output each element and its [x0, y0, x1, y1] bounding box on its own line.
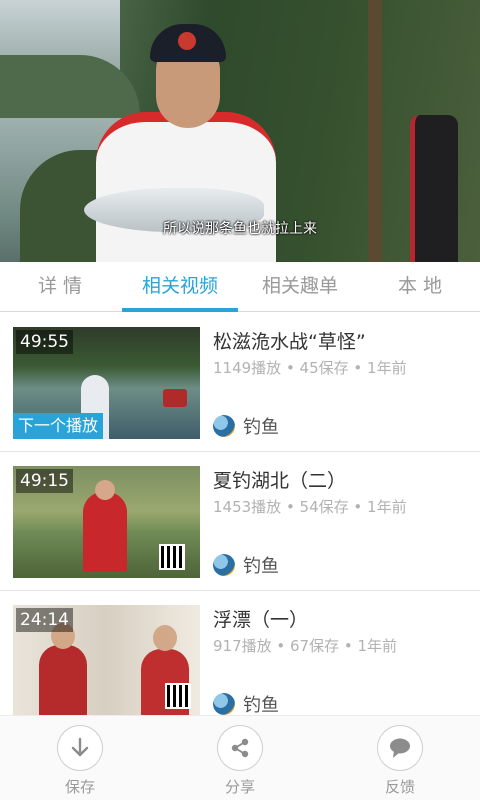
related-video-list: 49:55 下一个播放 松滋洈水战“草怪” 1149播放 • 45保存 • 1年…	[0, 313, 480, 715]
video-stats: 1149播放 • 45保存 • 1年前	[213, 359, 407, 377]
feedback-button[interactable]: 反馈	[320, 716, 480, 800]
video-player[interactable]: 所以说那条鱼也就拉上来	[0, 0, 480, 262]
video-stats: 917播放 • 67保存 • 1年前	[213, 637, 398, 655]
download-icon	[57, 725, 103, 771]
bottom-action-bar: 保存 分享 反馈	[0, 715, 480, 800]
share-icon	[217, 725, 263, 771]
video-list-item[interactable]: 49:55 下一个播放 松滋洈水战“草怪” 1149播放 • 45保存 • 1年…	[0, 313, 480, 452]
video-subtitle: 所以说那条鱼也就拉上来	[163, 221, 317, 237]
tab-local[interactable]: 本 地	[360, 262, 480, 311]
video-frame-rod-bag	[410, 115, 458, 262]
video-author[interactable]: 钓鱼	[213, 553, 279, 577]
share-label: 分享	[224, 778, 255, 796]
video-duration: 49:15	[16, 469, 73, 493]
video-author[interactable]: 钓鱼	[213, 414, 279, 438]
author-avatar-icon	[213, 415, 235, 437]
author-name: 钓鱼	[243, 417, 279, 438]
share-button[interactable]: 分享	[160, 716, 320, 800]
video-title[interactable]: 浮漂（一）	[213, 605, 308, 632]
author-avatar-icon	[213, 554, 235, 576]
video-thumbnail[interactable]: 49:15	[13, 466, 200, 578]
tab-related-videos[interactable]: 相关视频	[120, 262, 240, 312]
author-name: 钓鱼	[243, 695, 279, 715]
author-avatar-icon	[213, 693, 235, 715]
video-title[interactable]: 松滋洈水战“草怪”	[213, 327, 366, 354]
next-play-badge: 下一个播放	[13, 413, 103, 439]
chat-bubble-icon	[377, 725, 423, 771]
feedback-label: 反馈	[384, 778, 415, 796]
video-thumbnail[interactable]: 24:14	[13, 605, 200, 715]
video-title[interactable]: 夏钓湖北（二）	[213, 466, 346, 493]
video-author[interactable]: 钓鱼	[213, 692, 279, 715]
author-name: 钓鱼	[243, 556, 279, 577]
video-stats: 1453播放 • 54保存 • 1年前	[213, 498, 407, 516]
video-thumbnail[interactable]: 49:55 下一个播放	[13, 327, 200, 439]
video-duration: 49:55	[16, 330, 73, 354]
save-button[interactable]: 保存	[0, 716, 160, 800]
video-list-item[interactable]: 49:15 夏钓湖北（二） 1453播放 • 54保存 • 1年前 钓鱼	[0, 452, 480, 591]
tab-bar: 详 情 相关视频 相关趣单 本 地	[0, 262, 480, 312]
tab-details[interactable]: 详 情	[0, 262, 120, 311]
save-label: 保存	[64, 778, 95, 796]
video-list-item[interactable]: 24:14 浮漂（一） 917播放 • 67保存 • 1年前 钓鱼	[0, 591, 480, 715]
tab-related-lists[interactable]: 相关趣单	[240, 262, 360, 311]
video-duration: 24:14	[16, 608, 73, 632]
